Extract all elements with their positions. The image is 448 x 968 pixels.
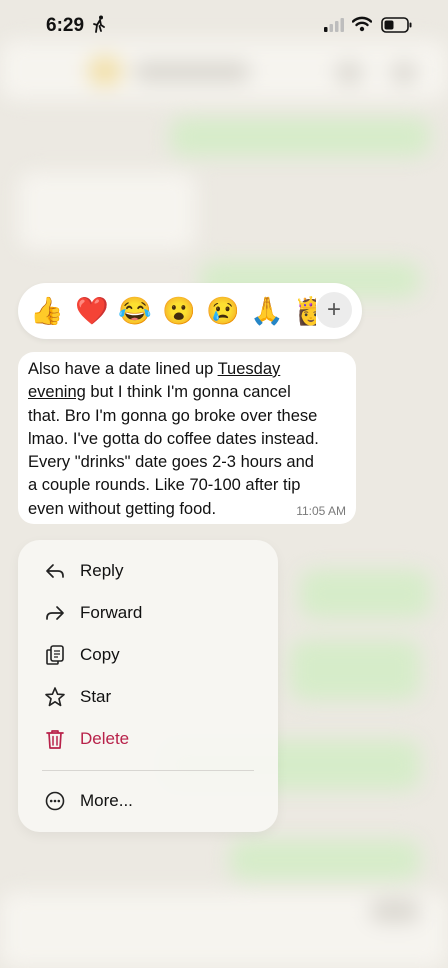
- message-text-part: but I think I'm gonna cancel: [85, 383, 291, 402]
- reaction-partially-visible[interactable]: 👸: [294, 296, 316, 326]
- reaction-face-with-tears-of-joy[interactable]: 😂: [118, 296, 152, 326]
- message-text-part: Also have a date lined up: [28, 360, 218, 378]
- menu-item-delete[interactable]: Delete: [18, 718, 278, 760]
- reaction-face-with-open-mouth[interactable]: 😮: [162, 296, 196, 326]
- menu-item-more[interactable]: More...: [18, 780, 278, 822]
- menu-item-forward[interactable]: Forward: [18, 592, 278, 634]
- menu-item-reply[interactable]: Reply: [18, 550, 278, 592]
- status-time: 6:29: [46, 15, 85, 36]
- menu-divider: [42, 770, 254, 771]
- menu-label-delete: Delete: [80, 729, 130, 748]
- message-context-menu: Reply Forward Copy Star Delete More...: [18, 540, 278, 832]
- running-figure-icon: [92, 15, 106, 38]
- message-bubble[interactable]: Also have a date lined up Tuesday evenin…: [18, 352, 356, 524]
- reply-arrow-icon: [44, 560, 66, 582]
- menu-label-star: Star: [80, 687, 112, 706]
- menu-label-copy: Copy: [80, 645, 120, 664]
- reaction-bar: 👍 ❤️ 😂 😮 😢 🙏 👸 +: [18, 283, 362, 339]
- forward-arrow-icon: [44, 602, 66, 624]
- message-text-part: that. Bro I'm gonna go broke over these …: [28, 406, 319, 518]
- status-bar: 6:29: [0, 0, 448, 54]
- date-link-tuesday[interactable]: Tuesday: [218, 360, 281, 378]
- reaction-folded-hands[interactable]: 🙏: [250, 296, 284, 326]
- menu-item-copy[interactable]: Copy: [18, 634, 278, 676]
- battery-icon: [381, 17, 413, 38]
- reaction-red-heart[interactable]: ❤️: [75, 296, 109, 326]
- reaction-thumbs-up[interactable]: 👍: [30, 296, 64, 326]
- message-text: Also have a date lined up Tuesday evenin…: [28, 358, 348, 521]
- menu-label-forward: Forward: [80, 603, 143, 622]
- more-reactions-button[interactable]: +: [316, 292, 352, 328]
- cellular-signal-icon: [324, 18, 344, 37]
- date-link-evening[interactable]: evening: [28, 383, 86, 401]
- menu-label-more: More...: [80, 791, 133, 810]
- more-ellipsis-icon: [44, 790, 66, 812]
- star-icon: [44, 686, 66, 708]
- plus-icon: +: [326, 296, 341, 323]
- copy-documents-icon: [44, 644, 66, 666]
- menu-label-reply: Reply: [80, 561, 124, 580]
- reaction-crying-face[interactable]: 😢: [206, 296, 240, 326]
- wifi-icon: [351, 16, 373, 37]
- menu-item-star[interactable]: Star: [18, 676, 278, 718]
- trash-icon: [44, 728, 66, 750]
- message-timestamp: 11:05 AM: [296, 504, 346, 518]
